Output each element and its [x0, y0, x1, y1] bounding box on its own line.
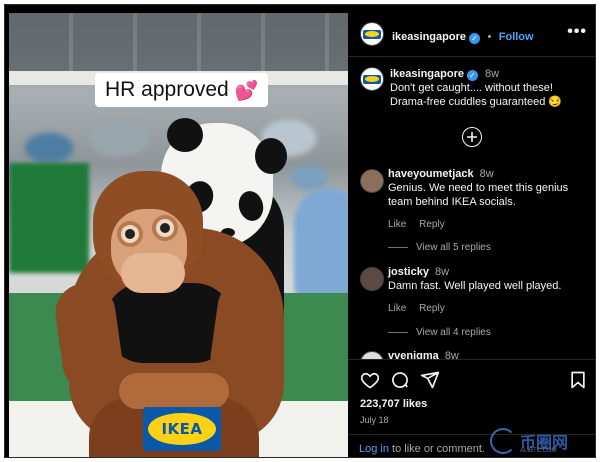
comment-text: Damn fast. Well played well played.	[388, 280, 562, 292]
caption-username[interactable]: ikeasingapore	[390, 68, 464, 80]
caption-header: ikeasingapore ✓ 8w	[390, 67, 590, 81]
comment-avatar[interactable]	[360, 169, 384, 193]
post-side-panel: ikeasingapore ✓ • Follow ••• ikeasingapor…	[348, 9, 595, 457]
caption-avatar-logo	[363, 74, 381, 84]
comment-body: josticky 8w Damn fast. Well played well …	[388, 265, 593, 314]
comment-body: haveyoumetjack 8w Genius. We need to mee…	[388, 167, 593, 230]
view-replies-button[interactable]: View all 5 replies	[388, 242, 491, 253]
comment-actions: Like Reply	[388, 303, 593, 314]
orangutan-pupil-right	[160, 223, 170, 233]
orangutan-hands	[119, 373, 229, 409]
ikea-logo-tag: IKEA	[143, 407, 221, 451]
header-user-row: ikeasingapore ✓ • Follow	[392, 27, 534, 45]
orangutan-muzzle	[121, 253, 185, 293]
comment-like-button[interactable]: Like	[388, 303, 406, 314]
instagram-post-frame: IKEA HR approved 💕 ikeasingapore ✓ • Foll…	[4, 4, 596, 458]
replies-line	[388, 247, 408, 248]
caption-avatar[interactable]	[360, 67, 384, 91]
comment-icon[interactable]	[390, 370, 410, 390]
header-separator: •	[487, 31, 492, 43]
follow-button[interactable]: Follow	[499, 31, 534, 43]
comment-like-button[interactable]: Like	[388, 219, 406, 230]
ikea-avatar[interactable]	[360, 22, 384, 46]
caption-body: ikeasingapore ✓ 8w Don't get caught.... w…	[390, 67, 590, 109]
heart-icon[interactable]	[360, 370, 380, 390]
watermark-sub: ALIBTC.COM	[520, 448, 557, 454]
comment-username[interactable]: haveyoumetjack	[388, 168, 474, 180]
comment-header: haveyoumetjack 8w	[388, 167, 593, 181]
login-link[interactable]: Log in	[359, 443, 389, 455]
hr-approved-label: HR approved 💕	[95, 73, 269, 107]
view-replies-text: View all 5 replies	[416, 242, 491, 253]
caption-verified-badge-icon: ✓	[466, 70, 478, 81]
view-replies-button[interactable]: View all 4 replies	[388, 327, 491, 338]
comment-text: Genius. We need to meet this genius team…	[388, 182, 569, 208]
ikea-logo-oval: IKEA	[148, 413, 216, 445]
comment-item: josticky 8w Damn fast. Well played well …	[358, 265, 593, 338]
watermark-logo-icon	[490, 428, 516, 454]
login-prompt-text: to like or comment.	[388, 443, 485, 455]
comment-avatar[interactable]	[360, 267, 384, 291]
hr-approved-text: HR approved	[105, 78, 229, 101]
replies-line	[388, 332, 408, 333]
header-username[interactable]: ikeasingapore	[392, 31, 466, 43]
share-icon[interactable]	[420, 370, 440, 390]
likes-count[interactable]: 223,707 likes	[360, 398, 427, 410]
verified-badge-icon: ✓	[468, 33, 480, 44]
comment-item: haveyoumetjack 8w Genius. We need to mee…	[358, 167, 593, 253]
add-circle-icon[interactable]	[462, 127, 482, 147]
view-replies-text: View all 4 replies	[416, 327, 491, 338]
panda-ear-left	[167, 118, 203, 152]
ikea-avatar-logo	[363, 29, 381, 39]
comment-reply-button[interactable]: Reply	[419, 219, 445, 230]
post-date[interactable]: July 18	[360, 415, 389, 425]
orangutan-pupil-left	[125, 229, 135, 239]
comment-username[interactable]: josticky	[388, 266, 429, 278]
watermark: 币圈网 ALIBTC.COM	[490, 420, 600, 462]
comment-time: 8w	[435, 266, 450, 278]
comment-header: josticky 8w	[388, 265, 593, 279]
background-green-bin	[9, 163, 89, 273]
comment-reply-button[interactable]: Reply	[419, 303, 445, 314]
caption-time: 8w	[485, 68, 500, 80]
caption-text: Don't get caught.... without these! Dram…	[390, 82, 563, 108]
ikea-logo-text: IKEA	[161, 420, 203, 438]
panda-ear-right	[255, 138, 287, 174]
post-header: ikeasingapore ✓ • Follow •••	[348, 9, 595, 57]
two-hearts-icon: 💕	[234, 79, 259, 102]
bookmark-icon[interactable]	[568, 370, 588, 390]
comment-time: 8w	[479, 168, 494, 180]
comment-actions: Like Reply	[388, 219, 593, 230]
post-photo[interactable]: IKEA HR approved 💕	[9, 13, 348, 457]
more-horizontal-icon[interactable]: •••	[567, 23, 587, 41]
